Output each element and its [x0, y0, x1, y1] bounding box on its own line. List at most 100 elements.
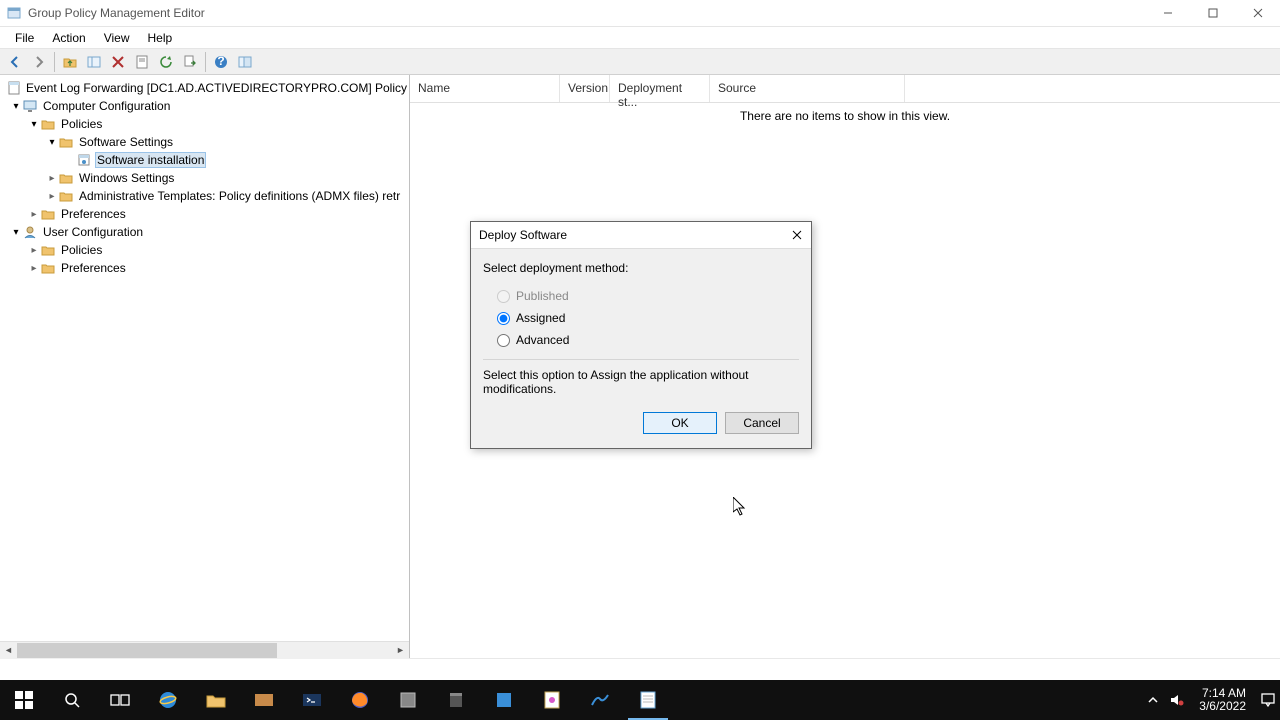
- installer-icon: [76, 152, 92, 168]
- refresh-button[interactable]: [155, 51, 177, 73]
- tree-label: Event Log Forwarding [DC1.AD.ACTIVEDIREC…: [24, 81, 409, 95]
- close-button[interactable]: [1235, 0, 1280, 27]
- tree-label: Policies: [59, 243, 104, 257]
- folder-icon: [58, 170, 74, 186]
- menu-action[interactable]: Action: [43, 29, 94, 47]
- show-hide-tree-button[interactable]: [83, 51, 105, 73]
- expand-icon[interactable]: ▾: [28, 119, 40, 130]
- col-version[interactable]: Version: [560, 75, 610, 102]
- minimize-button[interactable]: [1145, 0, 1190, 27]
- computer-icon: [22, 98, 38, 114]
- horizontal-scrollbar[interactable]: ◄ ►: [0, 641, 409, 658]
- expand-icon[interactable]: ▸: [46, 191, 58, 202]
- expand-icon[interactable]: ▾: [10, 101, 22, 112]
- radio-advanced-input[interactable]: [497, 334, 510, 347]
- tree-software-installation[interactable]: Software installation: [0, 151, 409, 169]
- forward-button[interactable]: [28, 51, 50, 73]
- tray-clock[interactable]: 7:14 AM 3/6/2022: [1193, 687, 1252, 713]
- col-name[interactable]: Name: [410, 75, 560, 102]
- system-tray[interactable]: 7:14 AM 3/6/2022: [1145, 687, 1280, 713]
- tree-user-config[interactable]: ▾ User Configuration: [0, 223, 409, 241]
- taskbar[interactable]: 7:14 AM 3/6/2022: [0, 680, 1280, 720]
- radio-advanced-label: Advanced: [516, 333, 569, 347]
- scroll-right-button[interactable]: ►: [392, 642, 409, 659]
- dialog-body: Select deployment method: Published Assi…: [471, 249, 811, 402]
- tray-chevron-up-icon[interactable]: [1145, 692, 1161, 708]
- dialog-titlebar[interactable]: Deploy Software: [471, 222, 811, 249]
- help-button[interactable]: ?: [210, 51, 232, 73]
- radio-assigned-input[interactable]: [497, 312, 510, 325]
- col-deployment[interactable]: Deployment st...: [610, 75, 710, 102]
- maximize-button[interactable]: [1190, 0, 1235, 27]
- svg-text:?: ?: [217, 55, 224, 68]
- menu-view[interactable]: View: [95, 29, 139, 47]
- radio-assigned[interactable]: Assigned: [483, 307, 799, 329]
- app-icon: [6, 5, 22, 21]
- expand-icon[interactable]: ▾: [10, 227, 22, 238]
- cancel-button[interactable]: Cancel: [725, 412, 799, 434]
- menu-help[interactable]: Help: [139, 29, 182, 47]
- tray-date: 3/6/2022: [1199, 700, 1246, 713]
- dialog-close-button[interactable]: [783, 224, 811, 246]
- tree-software-settings[interactable]: ▾ Software Settings: [0, 133, 409, 151]
- tray-volume-icon[interactable]: [1169, 692, 1185, 708]
- tree-label: User Configuration: [41, 225, 145, 239]
- tree-view[interactable]: Event Log Forwarding [DC1.AD.ACTIVEDIREC…: [0, 75, 409, 641]
- tree-label: Policies: [59, 117, 104, 131]
- policy-icon: [7, 80, 21, 96]
- expand-icon[interactable]: ▾: [46, 137, 58, 148]
- taskbar-app-note[interactable]: [528, 680, 576, 720]
- up-button[interactable]: [59, 51, 81, 73]
- taskbar-explorer[interactable]: [192, 680, 240, 720]
- export-button[interactable]: [179, 51, 201, 73]
- dialog-prompt: Select deployment method:: [483, 261, 799, 275]
- tree-user-policies[interactable]: ▸ Policies: [0, 241, 409, 259]
- properties-button[interactable]: [131, 51, 153, 73]
- tree-root[interactable]: Event Log Forwarding [DC1.AD.ACTIVEDIREC…: [0, 79, 409, 97]
- col-source[interactable]: Source: [710, 75, 905, 102]
- taskbar-ie[interactable]: [144, 680, 192, 720]
- ok-button[interactable]: OK: [643, 412, 717, 434]
- menu-file[interactable]: File: [6, 29, 43, 47]
- taskbar-server-manager[interactable]: [432, 680, 480, 720]
- tree-preferences[interactable]: ▸ Preferences: [0, 205, 409, 223]
- toolbar: ?: [0, 49, 1280, 75]
- taskbar-firefox[interactable]: [336, 680, 384, 720]
- tree-label: Software Settings: [77, 135, 175, 149]
- scroll-track[interactable]: [17, 642, 392, 659]
- task-view-button[interactable]: [96, 680, 144, 720]
- dialog-buttons: OK Cancel: [471, 402, 811, 448]
- back-button[interactable]: [4, 51, 26, 73]
- tree-label: Preferences: [59, 261, 128, 275]
- search-button[interactable]: [48, 680, 96, 720]
- tree-label: Preferences: [59, 207, 128, 221]
- taskbar-app-blue[interactable]: [480, 680, 528, 720]
- tree-admin-templates[interactable]: ▸ Administrative Templates: Policy defin…: [0, 187, 409, 205]
- expand-icon[interactable]: ▸: [28, 263, 40, 274]
- radio-assigned-label: Assigned: [516, 311, 565, 325]
- menu-bar: File Action View Help: [0, 27, 1280, 49]
- folder-icon: [58, 188, 74, 204]
- taskbar-app-gray[interactable]: [384, 680, 432, 720]
- delete-button[interactable]: [107, 51, 129, 73]
- tree-policies[interactable]: ▾ Policies: [0, 115, 409, 133]
- start-button[interactable]: [0, 680, 48, 720]
- expand-icon[interactable]: ▸: [28, 209, 40, 220]
- expand-icon[interactable]: ▸: [46, 173, 58, 184]
- dialog-description: Select this option to Assign the applica…: [483, 360, 799, 396]
- taskbar-notepad[interactable]: [624, 680, 672, 720]
- scroll-left-button[interactable]: ◄: [0, 642, 17, 659]
- options-button[interactable]: [234, 51, 256, 73]
- folder-icon: [40, 116, 56, 132]
- radio-advanced[interactable]: Advanced: [483, 329, 799, 351]
- taskbar-powershell[interactable]: [288, 680, 336, 720]
- scroll-thumb[interactable]: [17, 643, 277, 658]
- tree-panel: Event Log Forwarding [DC1.AD.ACTIVEDIREC…: [0, 75, 410, 658]
- taskbar-app-brown[interactable]: [240, 680, 288, 720]
- tree-user-preferences[interactable]: ▸ Preferences: [0, 259, 409, 277]
- tray-notifications-icon[interactable]: [1260, 692, 1276, 708]
- taskbar-wireshark[interactable]: [576, 680, 624, 720]
- expand-icon[interactable]: ▸: [28, 245, 40, 256]
- tree-computer-config[interactable]: ▾ Computer Configuration: [0, 97, 409, 115]
- tree-windows-settings[interactable]: ▸ Windows Settings: [0, 169, 409, 187]
